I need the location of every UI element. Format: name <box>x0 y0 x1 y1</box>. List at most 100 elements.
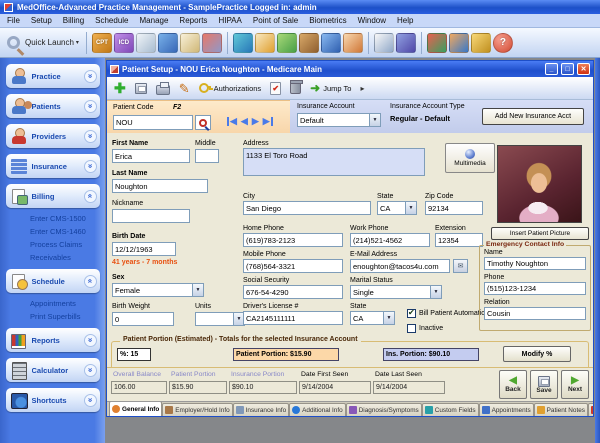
insurance-account-select[interactable]: Default▼ <box>297 113 381 127</box>
license-state-select[interactable]: CA▼ <box>350 311 395 325</box>
staff-icon[interactable] <box>343 33 363 53</box>
emergency-relation-input[interactable] <box>484 307 586 320</box>
close-button[interactable]: ✕ <box>577 63 590 75</box>
birth-weight-input[interactable] <box>112 312 174 326</box>
birth-date-input[interactable] <box>112 242 176 256</box>
tab-appointments[interactable]: Appointments <box>479 403 534 416</box>
sidebar-item-reports[interactable]: Reports » <box>6 328 100 352</box>
chevron-down-icon[interactable]: » <box>84 160 97 173</box>
drivers-license-input[interactable] <box>243 311 343 325</box>
scheduler-icon[interactable] <box>374 33 394 53</box>
menu-point-of-sale[interactable]: Point of Sale <box>253 16 298 25</box>
last-name-input[interactable] <box>112 179 208 193</box>
sidebar-item-print-superbills[interactable]: Print Superbills <box>30 312 105 321</box>
patient-code-input[interactable] <box>113 115 193 130</box>
first-record-button[interactable]: ◀ <box>227 117 237 126</box>
print-button[interactable] <box>153 79 173 98</box>
transfer-icon[interactable] <box>233 33 253 53</box>
state-select[interactable]: CA▼ <box>377 201 417 215</box>
sidebar-item-receivables[interactable]: Receivables <box>30 253 105 262</box>
sidebar-item-insurance[interactable]: Insurance » <box>6 154 100 178</box>
expand-icon[interactable]: ▸ <box>357 79 367 98</box>
sidebar-item-process-claims[interactable]: Process Claims <box>30 240 105 249</box>
add-new-insurance-button[interactable]: Add New Insurance Acct <box>482 108 584 125</box>
window-titlebar[interactable]: Patient Setup - NOU Erica Noughton - Med… <box>107 61 593 77</box>
cpt-codes-icon[interactable]: CPT <box>92 33 112 53</box>
chevron-up-icon[interactable]: » <box>84 190 97 203</box>
edit-button[interactable]: ✎ <box>176 79 193 98</box>
lab-icon[interactable] <box>158 33 178 53</box>
save-button-bottom[interactable]: Save <box>530 370 558 399</box>
menu-manage[interactable]: Manage <box>140 16 169 25</box>
home-phone-input[interactable] <box>243 233 343 247</box>
last-record-button[interactable]: ▶ <box>263 117 273 126</box>
next-button[interactable]: ▶ Next <box>561 370 589 399</box>
previous-record-button[interactable]: ◀ <box>241 117 248 126</box>
send-email-button[interactable]: ✉ <box>453 259 468 273</box>
work-phone-input[interactable] <box>350 233 430 247</box>
patient-search-button[interactable] <box>195 115 211 130</box>
search-icon[interactable] <box>7 36 20 49</box>
emergency-name-input[interactable] <box>484 257 586 270</box>
chevron-down-icon[interactable]: » <box>84 334 97 347</box>
tab-diagnosis-symptoms[interactable]: Diagnosis/Symptoms <box>346 403 422 416</box>
mobile-phone-input[interactable] <box>243 259 343 273</box>
reports-icon[interactable] <box>427 33 447 53</box>
maximize-button[interactable]: □ <box>561 63 574 75</box>
display-icon[interactable] <box>449 33 469 53</box>
first-name-input[interactable] <box>112 149 190 163</box>
next-record-button[interactable]: ▶ <box>252 117 259 126</box>
add-patient-button[interactable]: ✚ <box>111 79 129 98</box>
sidebar-item-shortcuts[interactable]: Shortcuts » <box>6 388 100 412</box>
insert-patient-picture-button[interactable]: Insert Patient Picture <box>491 227 589 240</box>
marital-status-select[interactable]: Single▼ <box>350 285 442 299</box>
certification-icon[interactable] <box>180 33 200 53</box>
tab-additional-info[interactable]: Additional Info <box>289 403 346 416</box>
authorizations-button[interactable]: Authorizations <box>196 79 265 98</box>
city-input[interactable] <box>243 201 371 215</box>
sidebar-item-providers[interactable]: Providers » <box>6 124 100 148</box>
tab-patient-notes[interactable]: Patient Notes <box>534 403 588 416</box>
sidebar-item-patients[interactable]: Patients » <box>6 94 100 118</box>
chevron-up-icon[interactable]: » <box>84 275 97 288</box>
patient-card-icon[interactable] <box>136 33 156 53</box>
menu-file[interactable]: File <box>7 16 20 25</box>
eligibility-button[interactable]: ✔ <box>267 79 284 98</box>
tab-misc[interactable]: Misc <box>588 403 593 416</box>
tab-custom-fields[interactable]: Custom Fields <box>422 403 479 416</box>
cash-drawer-icon[interactable] <box>299 33 319 53</box>
chevron-down-icon[interactable]: » <box>84 100 97 113</box>
menu-reports[interactable]: Reports <box>179 16 207 25</box>
chevron-down-icon[interactable]: » <box>84 130 97 143</box>
nickname-input[interactable] <box>112 209 190 223</box>
middle-input[interactable] <box>195 149 219 163</box>
chevron-down-icon[interactable]: » <box>84 70 97 83</box>
workstation-icon[interactable] <box>321 33 341 53</box>
inactive-checkbox[interactable]: Inactive <box>407 324 443 333</box>
tab-employer-hold-info[interactable]: Employer/Hold Info <box>162 403 232 416</box>
zip-code-input[interactable] <box>425 201 483 215</box>
sidebar-item-practice[interactable]: Practice » <box>6 64 100 88</box>
sidebar-item-schedule[interactable]: Schedule » <box>6 269 100 293</box>
emergency-phone-input[interactable] <box>484 282 586 295</box>
icd-codes-icon[interactable]: ICD <box>114 33 134 53</box>
ledger-icon[interactable] <box>277 33 297 53</box>
save-button[interactable] <box>132 79 150 98</box>
sidebar-item-enter-cms-1460[interactable]: Enter CMS-1460 <box>30 227 105 236</box>
tab-general-info[interactable]: General Info <box>109 401 162 416</box>
menu-help[interactable]: Help <box>397 16 413 25</box>
sidebar-item-billing[interactable]: Billing » <box>6 184 100 208</box>
facility-icon[interactable] <box>202 33 222 53</box>
menu-billing[interactable]: Billing <box>63 16 84 25</box>
help-icon[interactable]: ? <box>493 33 513 53</box>
tab-insurance-info[interactable]: Insurance Info <box>233 403 290 416</box>
jump-to-button[interactable]: ➜ Jump To <box>307 79 354 98</box>
quick-launch-dropdown-icon[interactable]: ▾ <box>76 39 79 46</box>
delete-button[interactable] <box>287 79 304 98</box>
back-button[interactable]: ◀ Back <box>499 370 527 399</box>
units-select[interactable]: ▼ <box>195 312 245 326</box>
ssn-input[interactable] <box>243 285 343 299</box>
sidebar-item-enter-cms-1500[interactable]: Enter CMS-1500 <box>30 214 105 223</box>
sex-select[interactable]: Female▼ <box>112 283 204 297</box>
menu-schedule[interactable]: Schedule <box>95 16 128 25</box>
